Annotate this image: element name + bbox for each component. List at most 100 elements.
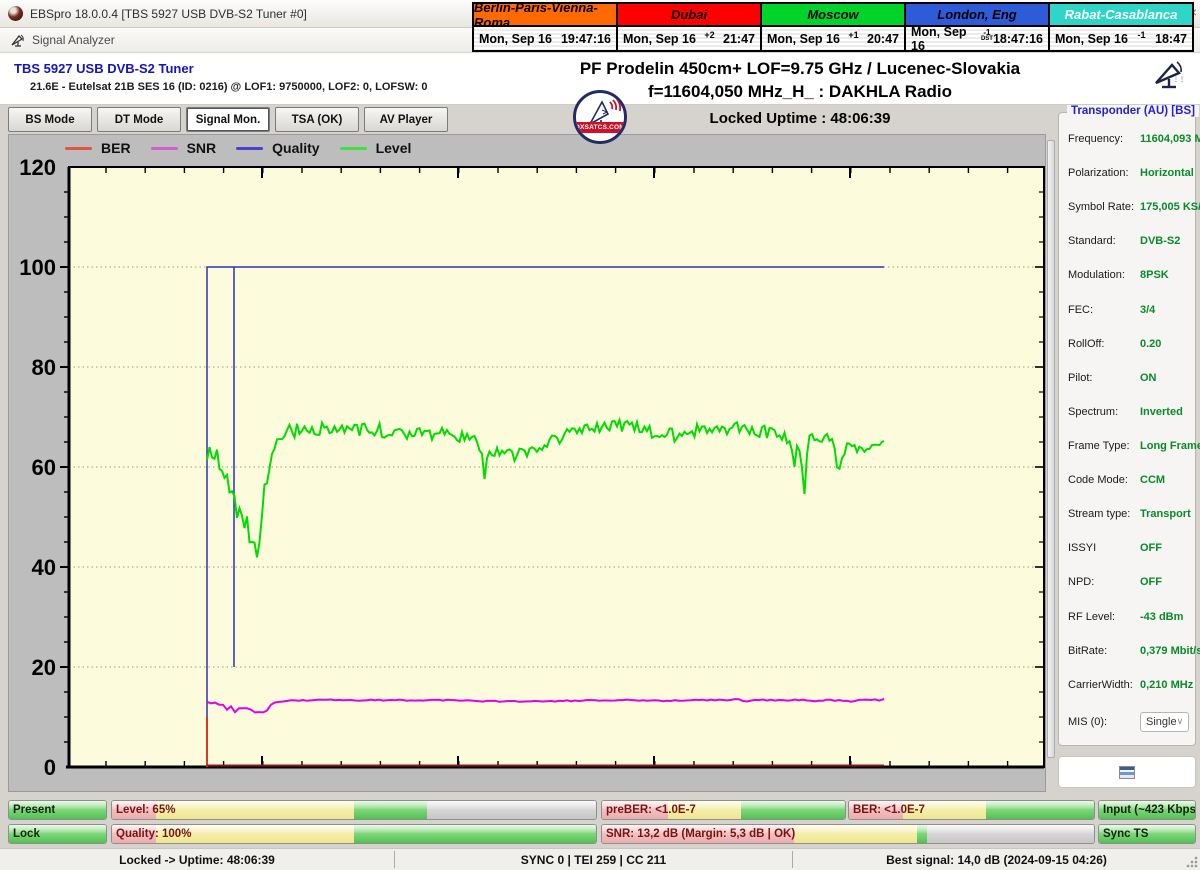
- transponder-label: Frame Type:: [1068, 440, 1140, 452]
- transponder-value: ON: [1140, 372, 1157, 384]
- mode-button-signal-mon-[interactable]: Signal Mon.: [186, 107, 270, 132]
- svg-text:⋮⋮: ⋮⋮: [1173, 77, 1185, 83]
- transponder-row: RF Level:-43 dBm: [1059, 609, 1195, 625]
- transponder-label: RollOff:: [1068, 338, 1140, 350]
- feed-title-line2: f=11604,050 MHz_H_ : DAKHLA Radio: [560, 82, 1040, 102]
- transponder-panel-title: Transponder (AU) [BS]: [1067, 105, 1199, 117]
- clock-zone-name: Berlin-Paris-Vienna-Roma: [474, 4, 616, 27]
- transponder-label: Frequency:: [1068, 133, 1140, 145]
- satellite-dish-icon-right: ⋮⋮: [1152, 59, 1186, 94]
- transponder-row: Modulation:8PSK: [1059, 267, 1195, 283]
- status-bar-preber: preBER: <1.0E-7: [601, 800, 846, 820]
- status-bar-snr: SNR: 13,2 dB (Margin: 5,3 dB | OK): [601, 824, 1095, 844]
- window-title: EBSpro 18.0.0.4 [TBS 5927 USB DVB-S2 Tun…: [30, 7, 307, 21]
- transponder-row: Code Mode:CCM: [1059, 472, 1195, 488]
- signal-status-bars: PresentLevel: 65%preBER: <1.0E-7BER: <1.…: [0, 796, 1200, 848]
- dxsatcs-logo: DXSATCS.COM: [573, 90, 627, 144]
- panel-toggle-button[interactable]: [1058, 756, 1196, 788]
- transponder-label: Symbol Rate:: [1068, 201, 1140, 213]
- transponder-value: Horizontal: [1140, 167, 1194, 179]
- transponder-value: 8PSK: [1140, 269, 1169, 281]
- y-axis-label: 100: [19, 255, 56, 280]
- clock-zone: London, EngMon, Sep 16-1DST18:47:16: [906, 4, 1050, 50]
- vertical-scrollbar[interactable]: [1047, 140, 1055, 758]
- clock-zone-name: Dubai: [618, 4, 760, 27]
- transponder-label: Stream type:: [1068, 508, 1140, 520]
- mis-dropdown[interactable]: Single∨: [1140, 712, 1189, 732]
- clock-zone-time: Mon, Sep 16-1DST18:47:16: [906, 27, 1048, 50]
- y-axis-label: 120: [19, 155, 56, 180]
- transponder-value: OFF: [1140, 576, 1162, 588]
- bar-label: BER: <1.0E-7: [853, 801, 925, 820]
- transponder-row: NPD:OFF: [1059, 574, 1195, 590]
- resize-grip[interactable]: [1186, 856, 1198, 868]
- status-bar: Locked -> Uptime: 48:06:39 SYNC 0 | TEI …: [0, 848, 1200, 870]
- logo-text: DXSATCS.COM: [575, 124, 625, 131]
- mode-button-dt-mode[interactable]: DT Mode: [97, 107, 181, 132]
- bar-label: Level: 65%: [116, 801, 175, 820]
- status-bar-quality: Quality: 100%: [111, 824, 597, 844]
- transponder-value: 11604,093 MHz: [1140, 133, 1200, 145]
- transponder-row-mis: MIS (0):Single∨: [1059, 711, 1195, 733]
- transponder-value: CCM: [1140, 474, 1165, 486]
- feed-title-line1: PF Prodelin 450cm+ LOF=9.75 GHz / Lucene…: [560, 59, 1040, 79]
- signal-chart: BERSNRQualityLevel 020406080100120: [8, 134, 1046, 792]
- transponder-row: Stream type:Transport: [1059, 506, 1195, 522]
- transponder-value: Long Frame: [1140, 440, 1200, 452]
- mode-button-tsa-ok-[interactable]: TSA (OK): [275, 107, 359, 132]
- transponder-value: OFF: [1140, 542, 1162, 554]
- y-axis-label: 80: [32, 355, 56, 380]
- clock-zone-time: Mon, Sep 16+221:47: [618, 27, 760, 50]
- status-bar-ber: BER: <1.0E-7: [848, 800, 1095, 820]
- transponder-label: CarrierWidth:: [1068, 679, 1140, 691]
- transponder-label: Code Mode:: [1068, 474, 1140, 486]
- transponder-label: NPD:: [1068, 576, 1140, 588]
- logo-banner: DXSATCS.COM: [576, 122, 624, 133]
- satellite-dish-icon: [10, 33, 26, 47]
- clock-zone-time: Mon, Sep 1619:47:16: [474, 27, 616, 50]
- transponder-row: ISSYIOFF: [1059, 540, 1195, 556]
- status-bar-sync-ts: Sync TS: [1098, 824, 1196, 844]
- transponder-label: BitRate:: [1068, 645, 1140, 657]
- mis-selected-value: Single: [1146, 716, 1177, 728]
- transponder-row: Polarization:Horizontal: [1059, 165, 1195, 181]
- transponder-value: Inverted: [1140, 406, 1183, 418]
- transponder-row: Standard:DVB-S2: [1059, 233, 1195, 249]
- chevron-down-icon: ∨: [1177, 716, 1184, 727]
- tuner-name: TBS 5927 USB DVB-S2 Tuner: [14, 61, 194, 76]
- transponder-row: Spectrum:Inverted: [1059, 404, 1195, 420]
- transponder-label: FEC:: [1068, 304, 1140, 316]
- bar-label: Quality: 100%: [116, 825, 191, 844]
- transponder-value: Transport: [1140, 508, 1191, 520]
- transponder-row: Symbol Rate:175,005 KS/s: [1059, 199, 1195, 215]
- transponder-panel: Transponder (AU) [BS] Frequency:11604,09…: [1058, 112, 1196, 746]
- transponder-row: BitRate:0,379 Mbit/s: [1059, 643, 1195, 659]
- status-bar-lock: Lock: [8, 824, 107, 844]
- status-sync-counters: SYNC 0 | TEI 259 | CC 211: [395, 849, 792, 870]
- stacked-list-icon: [1119, 766, 1135, 779]
- app-icon: [8, 6, 23, 21]
- bar-label: Lock: [13, 825, 40, 844]
- transponder-row: RollOff:0.20: [1059, 336, 1195, 352]
- transponder-value: -43 dBm: [1140, 611, 1183, 623]
- transponder-label: RF Level:: [1068, 611, 1140, 623]
- transponder-value: DVB-S2: [1140, 235, 1180, 247]
- transponder-row: CarrierWidth:0,210 MHz: [1059, 677, 1195, 693]
- y-axis-label: 40: [32, 555, 56, 580]
- transponder-row: Frequency:11604,093 MHz: [1059, 131, 1195, 147]
- chart-plot: 020406080100120: [9, 135, 1047, 793]
- mode-button-bs-mode[interactable]: BS Mode: [8, 107, 92, 132]
- world-clock-panel: Berlin-Paris-Vienna-RomaMon, Sep 1619:47…: [472, 2, 1194, 52]
- status-bar-input-423-kbps-: Input (~423 Kbps): [1098, 800, 1196, 820]
- bar-label: SNR: 13,2 dB (Margin: 5,3 dB | OK): [606, 825, 795, 844]
- mode-button-av-player[interactable]: AV Player: [364, 107, 448, 132]
- clock-zone-time: Mon, Sep 16+120:47: [762, 27, 904, 50]
- y-axis-label: 20: [32, 655, 56, 680]
- transponder-value: 175,005 KS/s: [1140, 201, 1200, 213]
- clock-zone: Berlin-Paris-Vienna-RomaMon, Sep 1619:47…: [474, 4, 618, 50]
- y-axis-label: 0: [44, 755, 56, 780]
- transponder-row: FEC:3/4: [1059, 302, 1195, 318]
- toolbar-title: Signal Analyzer: [32, 33, 115, 47]
- bar-label: Sync TS: [1103, 825, 1148, 844]
- transponder-value: 0,210 MHz: [1140, 679, 1193, 691]
